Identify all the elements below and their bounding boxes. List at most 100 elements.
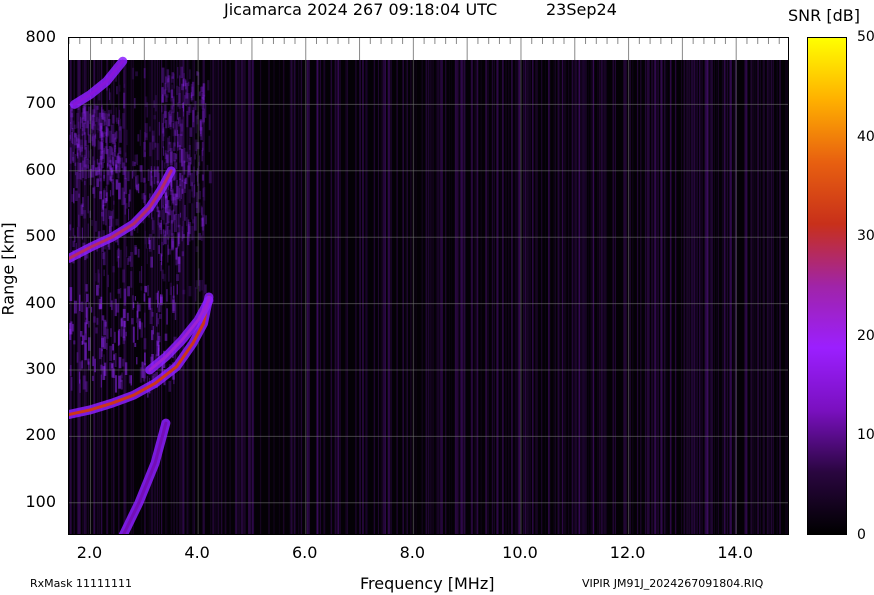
echo-speckle xyxy=(151,312,154,317)
noise-column xyxy=(415,60,417,534)
y-tick-label: 800 xyxy=(25,27,56,46)
echo-speckle xyxy=(92,135,95,147)
echo-speckle xyxy=(111,300,113,311)
echo-speckle xyxy=(142,368,146,382)
echo-speckle xyxy=(114,160,118,172)
echo-speckle xyxy=(131,170,133,179)
echo-speckle xyxy=(152,236,155,250)
echo-speckle xyxy=(202,108,205,123)
echo-speckle xyxy=(97,128,99,133)
noise-column xyxy=(215,60,217,534)
noise-column xyxy=(251,60,254,534)
echo-speckle xyxy=(179,178,182,187)
x-tick-label: 6.0 xyxy=(292,543,318,562)
noise-column xyxy=(391,60,392,534)
colorbar-tick-label: 0 xyxy=(857,527,866,543)
echo-speckle xyxy=(125,158,128,163)
echo-speckle xyxy=(175,204,177,215)
echo-speckle xyxy=(110,124,114,143)
echo-speckle xyxy=(121,187,124,206)
noise-column xyxy=(691,60,692,534)
echo-speckle xyxy=(122,269,125,283)
echo-speckle xyxy=(188,286,192,297)
echo-speckle xyxy=(148,298,151,308)
noise-column xyxy=(225,60,227,534)
noise-column xyxy=(654,60,656,534)
noise-column xyxy=(779,60,781,534)
noise-column xyxy=(713,60,715,534)
noise-column xyxy=(557,60,559,534)
noise-column xyxy=(273,60,275,534)
noise-column xyxy=(410,60,412,534)
noise-column xyxy=(760,60,761,534)
noise-column xyxy=(217,60,218,534)
noise-column xyxy=(268,60,270,534)
echo-speckle xyxy=(95,167,98,176)
noise-column xyxy=(549,60,551,534)
echo-speckle xyxy=(198,232,201,241)
echo-speckle xyxy=(106,343,108,350)
echo-speckle xyxy=(151,175,154,188)
noise-column xyxy=(559,60,561,534)
noise-column xyxy=(786,60,787,534)
echo-speckle xyxy=(149,126,151,132)
echo-speckle xyxy=(87,358,90,365)
colorbar-tick-label: 20 xyxy=(857,327,874,344)
y-tick-label: 700 xyxy=(25,93,56,113)
noise-column xyxy=(334,60,336,534)
noise-column xyxy=(750,60,752,534)
echo-speckle xyxy=(184,80,187,90)
echo-speckle xyxy=(101,106,103,118)
echo-speckle xyxy=(201,174,204,181)
echo-speckle xyxy=(127,171,130,182)
noise-column xyxy=(221,60,223,534)
echo-speckle xyxy=(130,252,133,267)
echo-speckle xyxy=(93,104,96,114)
noise-column xyxy=(436,60,439,534)
echo-speckle xyxy=(138,318,141,328)
echo-speckle xyxy=(119,84,121,92)
echo-speckle xyxy=(144,285,148,293)
echo-speckle xyxy=(143,338,147,350)
echo-speckle xyxy=(144,132,146,150)
echo-speckle xyxy=(109,92,112,104)
echo-speckle xyxy=(190,94,194,101)
noise-column xyxy=(597,60,599,534)
echo-speckle xyxy=(117,248,120,259)
noise-column xyxy=(501,60,504,534)
noise-column xyxy=(186,60,189,534)
noise-column xyxy=(746,60,748,534)
noise-column xyxy=(688,60,691,534)
echo-speckle xyxy=(165,204,167,213)
echo-speckle xyxy=(167,199,170,214)
noise-column xyxy=(663,60,666,534)
echo-speckle xyxy=(157,290,159,305)
echo-speckle xyxy=(172,209,174,222)
noise-column xyxy=(716,60,718,534)
echo-speckle xyxy=(166,69,170,83)
echo-speckle xyxy=(184,204,186,221)
colorbar-tick-label: 50 xyxy=(857,29,874,45)
noise-column xyxy=(337,60,339,534)
echo-speckle xyxy=(122,113,125,129)
echo-speckle xyxy=(175,180,179,197)
noise-column xyxy=(583,60,585,534)
echo-speckle xyxy=(99,123,103,139)
echo-speckle xyxy=(194,184,196,197)
noise-column xyxy=(402,60,404,534)
noise-column xyxy=(235,60,238,534)
echo-speckle xyxy=(162,131,164,148)
noise-column xyxy=(691,60,693,534)
noise-column xyxy=(451,60,452,534)
noise-column xyxy=(282,60,285,534)
x-tick-label: 4.0 xyxy=(184,543,210,562)
noise-column xyxy=(406,60,408,534)
echo-speckle xyxy=(118,147,122,155)
echo-speckle xyxy=(141,266,143,284)
echo-speckle xyxy=(114,298,117,317)
echo-speckle xyxy=(180,119,184,132)
echo-speckle xyxy=(100,348,103,357)
echo-speckle xyxy=(143,68,146,79)
echo-speckle xyxy=(98,273,101,289)
echo-speckle xyxy=(115,179,119,190)
